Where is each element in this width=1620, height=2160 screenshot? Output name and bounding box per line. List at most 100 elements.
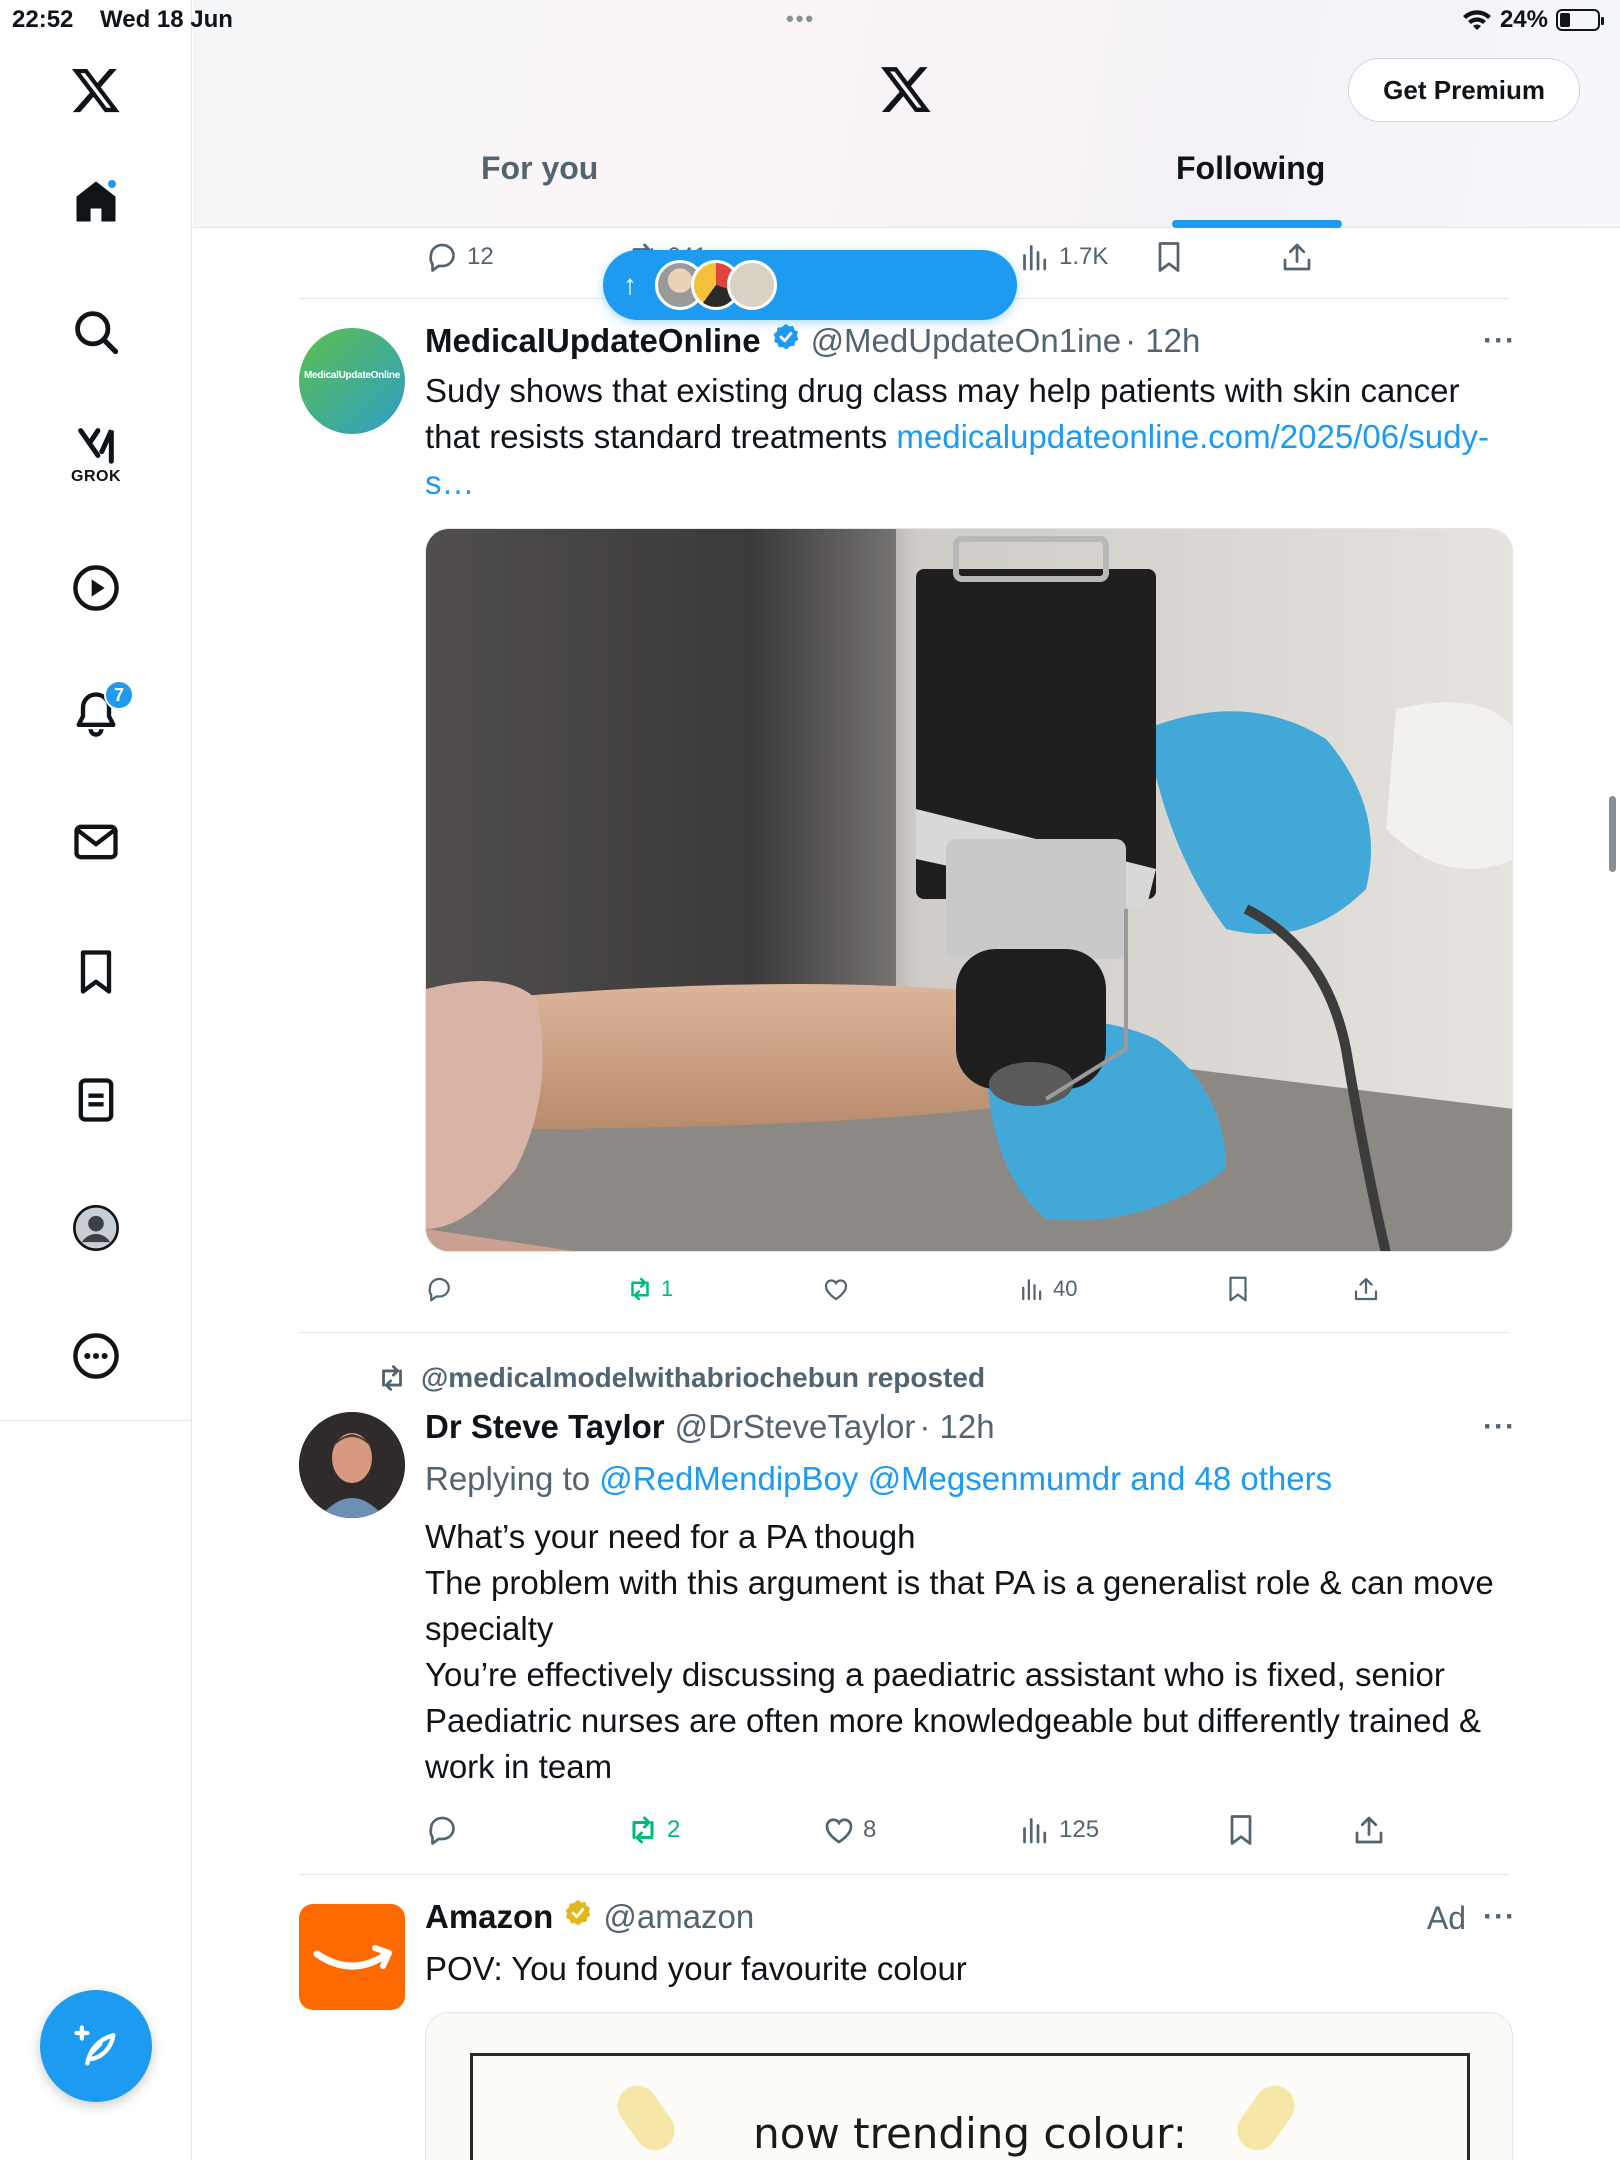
- avatar-photo: [299, 1412, 405, 1518]
- compose-feather-icon: [74, 2025, 116, 2066]
- author-handle[interactable]: @DrSteveTaylor: [675, 1408, 916, 1446]
- sidebar-item-messages[interactable]: [56, 802, 136, 882]
- sidebar-item-bookmarks[interactable]: [56, 932, 136, 1012]
- author-name[interactable]: MedicalUpdateOnline: [425, 322, 761, 360]
- compose-post-button[interactable]: [40, 1990, 152, 2102]
- post-more-menu[interactable]: ···: [1483, 324, 1516, 358]
- sidebar-item-home[interactable]: [56, 162, 136, 242]
- avatar-logo-text: MedicalUpdateOnline: [304, 370, 400, 381]
- sidebar-divider: [0, 1420, 192, 1421]
- avatar[interactable]: [299, 1904, 405, 2010]
- share-button[interactable]: [1279, 239, 1315, 275]
- views-count: 40: [1053, 1276, 1078, 1301]
- repost-button[interactable]: 1: [625, 1274, 673, 1304]
- author-handle[interactable]: @MedUpdateOn1ine: [811, 322, 1122, 360]
- repost-button[interactable]: 2: [625, 1812, 680, 1848]
- sidebar-item-explore[interactable]: [56, 292, 136, 372]
- heart-icon: [824, 1279, 848, 1301]
- post-divider: [299, 1332, 1509, 1333]
- views-chart-icon: [1023, 245, 1047, 271]
- share-icon: [1354, 1277, 1378, 1301]
- post-divider: [299, 1874, 1509, 1875]
- post-header: Dr Steve Taylor @DrSteveTaylor · 12h: [425, 1408, 995, 1446]
- post-text-line: You’re effectively discussing a paediatr…: [425, 1656, 1482, 1785]
- reposted-by[interactable]: @medicalmodelwithabriochebun reposted: [421, 1362, 985, 1394]
- post-header: MedicalUpdateOnline @MedUpdateOn1ine · 1…: [425, 322, 1200, 360]
- sidebar-item-video[interactable]: [56, 548, 136, 628]
- author-name[interactable]: Dr Steve Taylor: [425, 1408, 665, 1446]
- post-actions: 2 8 125: [425, 1812, 1385, 1862]
- post-more-menu[interactable]: ···: [1483, 1410, 1516, 1444]
- repost-count: 2: [667, 1816, 681, 1843]
- envelope-icon: [74, 824, 118, 860]
- reply-button[interactable]: 12: [425, 239, 494, 275]
- share-button[interactable]: [1351, 1812, 1387, 1848]
- bookmark-icon: [1229, 1276, 1247, 1302]
- like-button[interactable]: [821, 1274, 851, 1304]
- sidebar-item-lists[interactable]: [56, 1060, 136, 1140]
- verified-badge-icon: [773, 323, 798, 350]
- list-icon: [78, 1078, 114, 1122]
- reply-button[interactable]: [425, 1812, 461, 1848]
- replying-to-users[interactable]: @RedMendipBoy @Megsenmumdr and 48 others: [599, 1460, 1332, 1497]
- author-name[interactable]: Amazon: [425, 1898, 553, 1936]
- views-chart-icon: [1022, 1279, 1042, 1301]
- post-more-menu[interactable]: ···: [1483, 1900, 1516, 1934]
- avatar[interactable]: [299, 1412, 405, 1518]
- sidebar-item-notifications[interactable]: 7: [56, 674, 136, 754]
- bookmark-button[interactable]: [1151, 239, 1187, 275]
- active-tab-indicator: [1172, 220, 1342, 228]
- bookmark-icon: [80, 950, 112, 994]
- notifications-badge: 7: [104, 680, 134, 710]
- get-premium-button[interactable]: Get Premium: [1348, 58, 1580, 122]
- post-time[interactable]: · 12h: [919, 1408, 994, 1446]
- sidebar-item-profile[interactable]: [56, 1188, 136, 1268]
- like-button[interactable]: 8: [821, 1812, 876, 1848]
- replying-to-prefix: Replying to: [425, 1460, 600, 1497]
- verified-gold-badge-icon: [565, 1899, 591, 1926]
- views-button[interactable]: 1.7K: [1017, 239, 1108, 275]
- avatar[interactable]: MedicalUpdateOnline: [299, 328, 405, 434]
- share-button[interactable]: [1351, 1274, 1381, 1304]
- multitasking-dots[interactable]: •••: [786, 6, 815, 32]
- timeline-feed: 12 641 1.7K MedicalUpdateOnline MedicalU…: [193, 228, 1620, 2160]
- post-time[interactable]: · 12h: [1125, 322, 1200, 360]
- post-header: Amazon @amazon: [425, 1898, 754, 1936]
- x-logo-icon[interactable]: [879, 62, 933, 116]
- tab-for-you[interactable]: For you: [481, 150, 598, 228]
- play-circle-icon: [73, 565, 119, 611]
- repost-icon: [631, 1277, 649, 1301]
- post-text: POV: You found your favourite colour: [425, 1950, 967, 1987]
- post-image-skin-scanner[interactable]: [425, 528, 1513, 1252]
- bookmark-button[interactable]: [1223, 1274, 1253, 1304]
- x-logo-home-link[interactable]: [56, 50, 136, 130]
- post-text-line: What’s your need for a PA though: [425, 1518, 916, 1555]
- bookmark-button[interactable]: [1223, 1812, 1259, 1848]
- bookmark-icon: [1230, 1815, 1252, 1845]
- heart-icon: [825, 1818, 853, 1844]
- sidebar-item-grok[interactable]: GROK: [56, 412, 136, 492]
- reply-button[interactable]: [425, 1274, 455, 1304]
- post-text-line: The problem with this argument is that P…: [425, 1564, 1494, 1647]
- tab-following[interactable]: Following: [1176, 150, 1325, 228]
- ad-media-card[interactable]: now trending colour:: [425, 2012, 1513, 2160]
- reply-count: 12: [467, 243, 494, 270]
- sidebar-item-more[interactable]: [56, 1316, 136, 1396]
- bookmark-icon: [1158, 242, 1180, 272]
- reply-icon: [429, 243, 455, 272]
- views-chart-icon: [1023, 1818, 1047, 1844]
- x-logo-icon: [71, 68, 120, 113]
- new-posts-avatars: [645, 258, 777, 312]
- scrollbar-thumb[interactable]: [1609, 796, 1616, 872]
- views-button[interactable]: 125: [1017, 1812, 1099, 1848]
- like-count: 8: [863, 1816, 877, 1843]
- amazon-smile-logo-icon: [313, 1945, 392, 1970]
- share-icon: [1355, 1816, 1383, 1844]
- author-handle[interactable]: @amazon: [603, 1898, 754, 1936]
- status-time: 22:52: [12, 6, 74, 33]
- reply-icon: [428, 1277, 450, 1302]
- new-posts-pill[interactable]: ↑: [603, 250, 1017, 320]
- views-button[interactable]: 40: [1017, 1274, 1077, 1304]
- views-count: 1.7K: [1059, 243, 1109, 270]
- battery-percent: 24%: [1499, 6, 1548, 33]
